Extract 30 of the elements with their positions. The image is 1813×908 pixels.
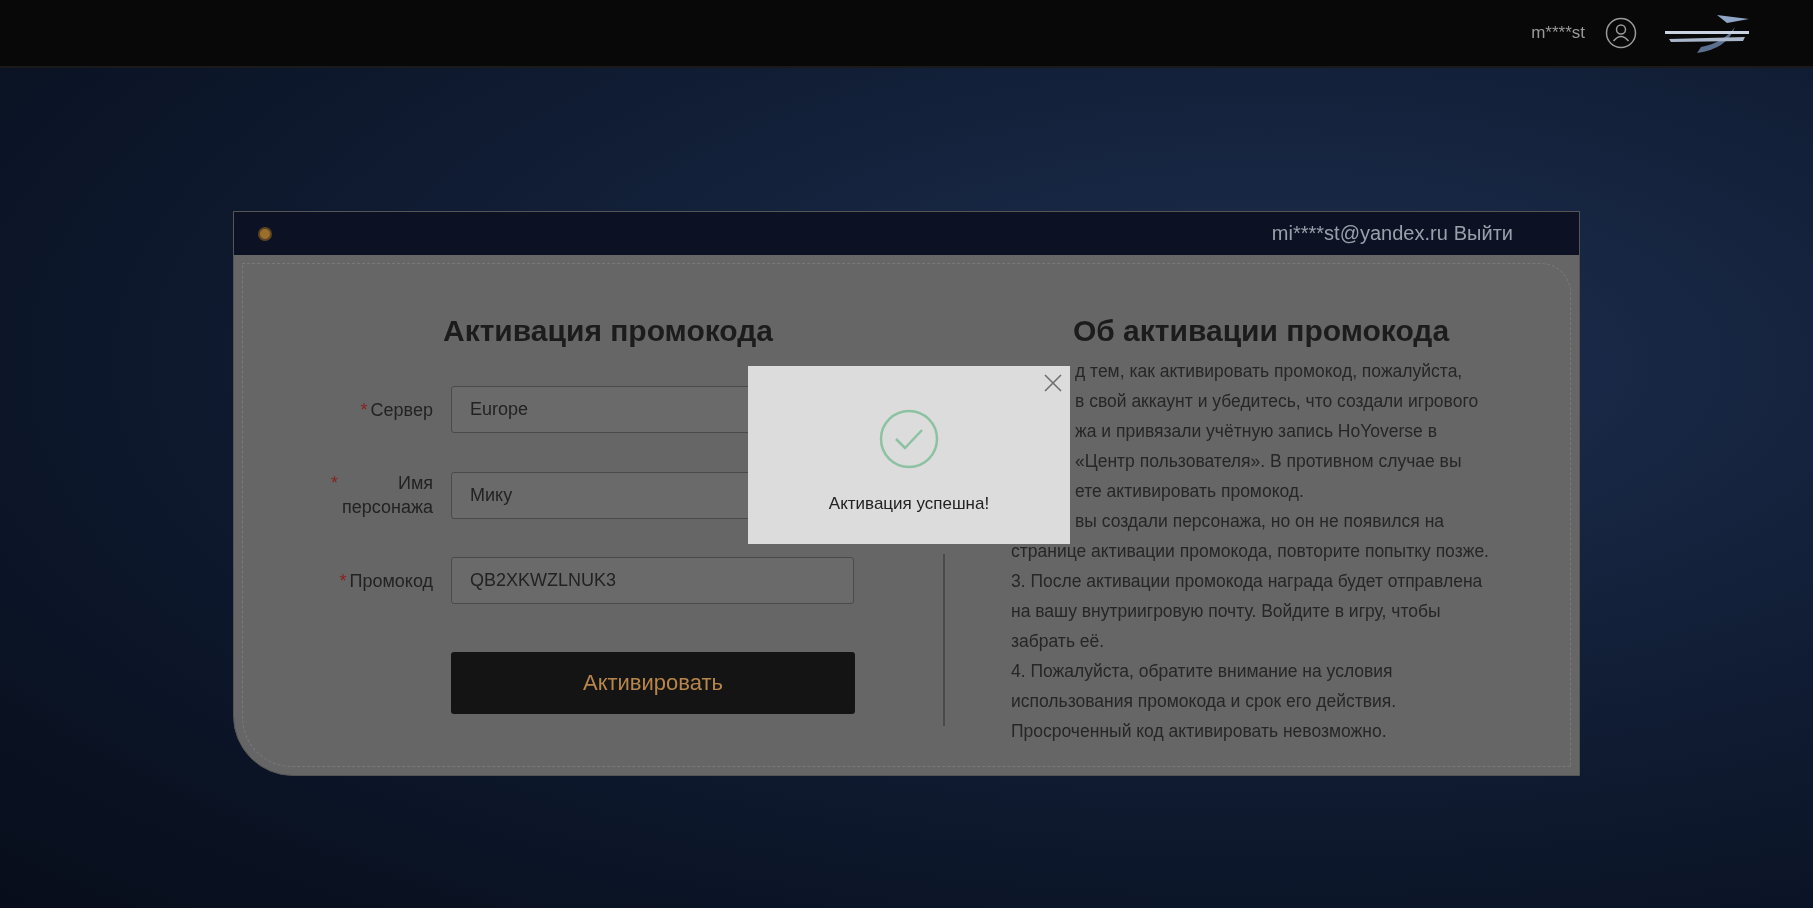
info-text-line: д тем, как активировать промокод, пожалуйста, <box>1075 361 1463 381</box>
info-title: Об активации промокода <box>1071 314 1451 348</box>
form-title: Активация промокода <box>441 314 774 348</box>
field-label: Имя персонажа <box>341 472 433 519</box>
info-text-line: на вашу внутриигровую почту. Войдите в игру, чтобы <box>1011 601 1441 621</box>
logout-link[interactable]: Выйти <box>1453 222 1513 245</box>
info-text-line: 3. После активации промокода награда будет отправлена <box>1011 571 1483 591</box>
input-field[interactable]: QB2XKWZLNUK3 <box>451 557 854 604</box>
info-text-line: использования промокода и срок его действия. <box>1011 691 1397 711</box>
info-text-line: ете активировать промокод. <box>1075 481 1304 501</box>
check-circle-icon <box>878 408 940 470</box>
info-text-line: «Центр пользователя». В противном случае вы <box>1075 451 1462 471</box>
field-label: Сервер <box>370 398 433 422</box>
field-label: Промокод <box>349 569 433 593</box>
sun-icon <box>258 226 272 241</box>
info-text-line: вы создали персонажа, но он не появился на <box>1075 511 1445 531</box>
info-text-line: Просроченный код активировать невозможно. <box>1011 721 1387 741</box>
info-text-line: забрать её. <box>1011 631 1105 651</box>
username[interactable]: m****st <box>1531 23 1585 43</box>
close-icon[interactable] <box>1043 373 1063 393</box>
info-text-line: в свой аккаунт и убедитесь, что создали игрового <box>1075 391 1479 411</box>
required-marker: * <box>339 569 347 593</box>
info-text-line: жа и привязали учётную запись HoYoverse в <box>1075 421 1437 441</box>
required-marker: * <box>331 472 338 495</box>
activate-button[interactable]: Активировать <box>451 652 855 714</box>
info-text-line: странице активации промокода, повторите попытку позже. <box>1011 541 1489 561</box>
account-email: mi****st@yandex.ru <box>1271 222 1448 245</box>
info-text-line: 4. Пожалуйста, обратите внимание на условия <box>1011 661 1393 681</box>
user-icon[interactable] <box>1605 17 1637 49</box>
required-marker: * <box>360 398 368 422</box>
